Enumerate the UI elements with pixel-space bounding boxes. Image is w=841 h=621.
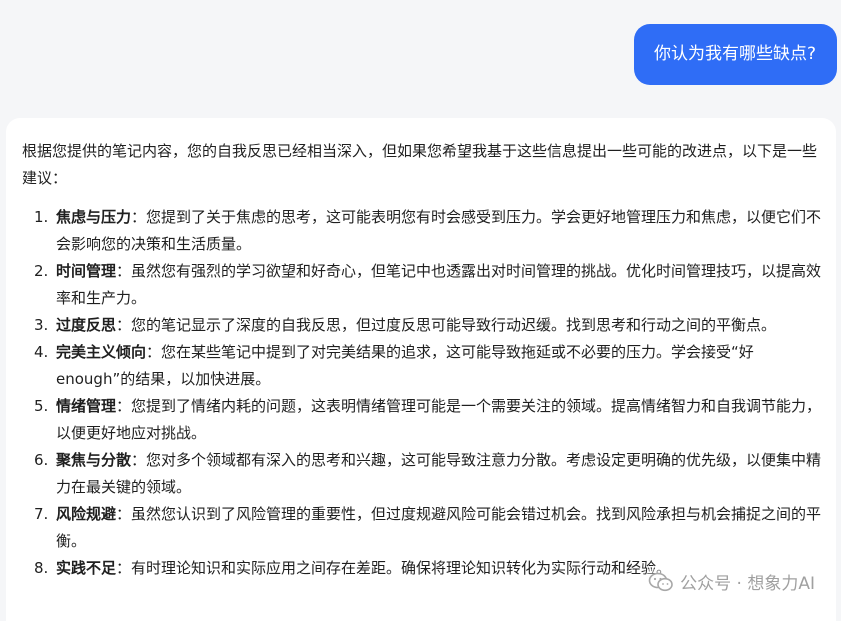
chat-page: 你认为我有哪些缺点? 根据您提供的笔记内容，您的自我反思已经相当深入，但如果您希…	[0, 0, 841, 621]
user-message-bubble: 你认为我有哪些缺点?	[633, 24, 837, 85]
item-term: 实践不足	[56, 559, 117, 577]
response-intro: 根据您提供的笔记内容，您的自我反思已经相当深入，但如果您希望我基于这些信息提出一…	[22, 142, 818, 187]
item-term: 情绪管理	[56, 397, 117, 415]
item-term: 时间管理	[56, 262, 117, 280]
assistant-response-card: 根据您提供的笔记内容，您的自我反思已经相当深入，但如果您希望我基于这些信息提出一…	[6, 118, 836, 621]
item-term: 过度反思	[56, 316, 117, 334]
item-term: 焦虑与压力	[56, 208, 132, 226]
item-number: 7.	[34, 505, 49, 523]
user-message-row: 你认为我有哪些缺点?	[633, 24, 837, 85]
item-number: 4.	[34, 343, 49, 361]
suggestion-item: 7. 风险规避：虽然您认识到了风险管理的重要性，但过度规避风险可能会错过机会。找到…	[34, 501, 822, 555]
suggestion-item: 1. 焦虑与压力：您提到了关于焦虑的思考，这可能表明您有时会感受到压力。学会更好地…	[34, 204, 822, 258]
suggestion-item: 2. 时间管理：虽然您有强烈的学习欲望和好奇心，但笔记中也透露出对时间管理的挑战。…	[34, 258, 822, 312]
item-number: 6.	[34, 451, 49, 469]
item-text: ：有时理论知识和实际应用之间存在差距。确保将理论知识转化为实际行动和经验。	[116, 559, 672, 577]
item-number: 1.	[34, 208, 49, 226]
item-text: ：虽然您有强烈的学习欲望和好奇心，但笔记中也透露出对时间管理的挑战。优化时间管理…	[56, 262, 822, 307]
item-text: ：您在某些笔记中提到了对完美结果的追求，这可能导致拖延或不必要的压力。学会接受“…	[56, 343, 754, 388]
item-text: ：您的笔记显示了深度的自我反思，但过度反思可能导致行动迟缓。找到思考和行动之间的…	[116, 316, 777, 334]
suggestion-list: 1. 焦虑与压力：您提到了关于焦虑的思考，这可能表明您有时会感受到压力。学会更好地…	[22, 204, 822, 582]
item-text: ：您提到了情绪内耗的问题，这表明情绪管理可能是一个需要关注的领域。提高情绪智力和…	[56, 397, 822, 442]
suggestion-item: 6. 聚焦与分散：您对多个领域都有深入的思考和兴趣，这可能导致注意力分散。考虑设定…	[34, 447, 822, 501]
watermark-text: 公众号 · 想象力AI	[680, 574, 815, 594]
item-number: 8.	[34, 559, 49, 577]
item-term: 风险规避	[56, 505, 117, 523]
item-number: 5.	[34, 397, 49, 415]
item-number: 3.	[34, 316, 49, 334]
item-text: ：您对多个领域都有深入的思考和兴趣，这可能导致注意力分散。考虑设定更明确的优先级…	[56, 451, 822, 496]
item-text: ：您提到了关于焦虑的思考，这可能表明您有时会感受到压力。学会更好地管理压力和焦虑…	[56, 208, 822, 253]
wechat-icon	[648, 572, 673, 591]
item-text: ：虽然您认识到了风险管理的重要性，但过度规避风险可能会错过机会。找到风险承担与机…	[56, 505, 822, 550]
watermark: 公众号 · 想象力AI	[648, 569, 815, 594]
suggestion-item: 4. 完美主义倾向：您在某些笔记中提到了对完美结果的追求，这可能导致拖延或不必要的…	[34, 339, 822, 393]
suggestion-item: 3. 过度反思：您的笔记显示了深度的自我反思，但过度反思可能导致行动迟缓。找到思考…	[34, 312, 822, 339]
suggestion-item: 5. 情绪管理：您提到了情绪内耗的问题，这表明情绪管理可能是一个需要关注的领域。提…	[34, 393, 822, 447]
item-number: 2.	[34, 262, 49, 280]
item-term: 聚焦与分散	[56, 451, 132, 469]
item-term: 完美主义倾向	[56, 343, 147, 361]
